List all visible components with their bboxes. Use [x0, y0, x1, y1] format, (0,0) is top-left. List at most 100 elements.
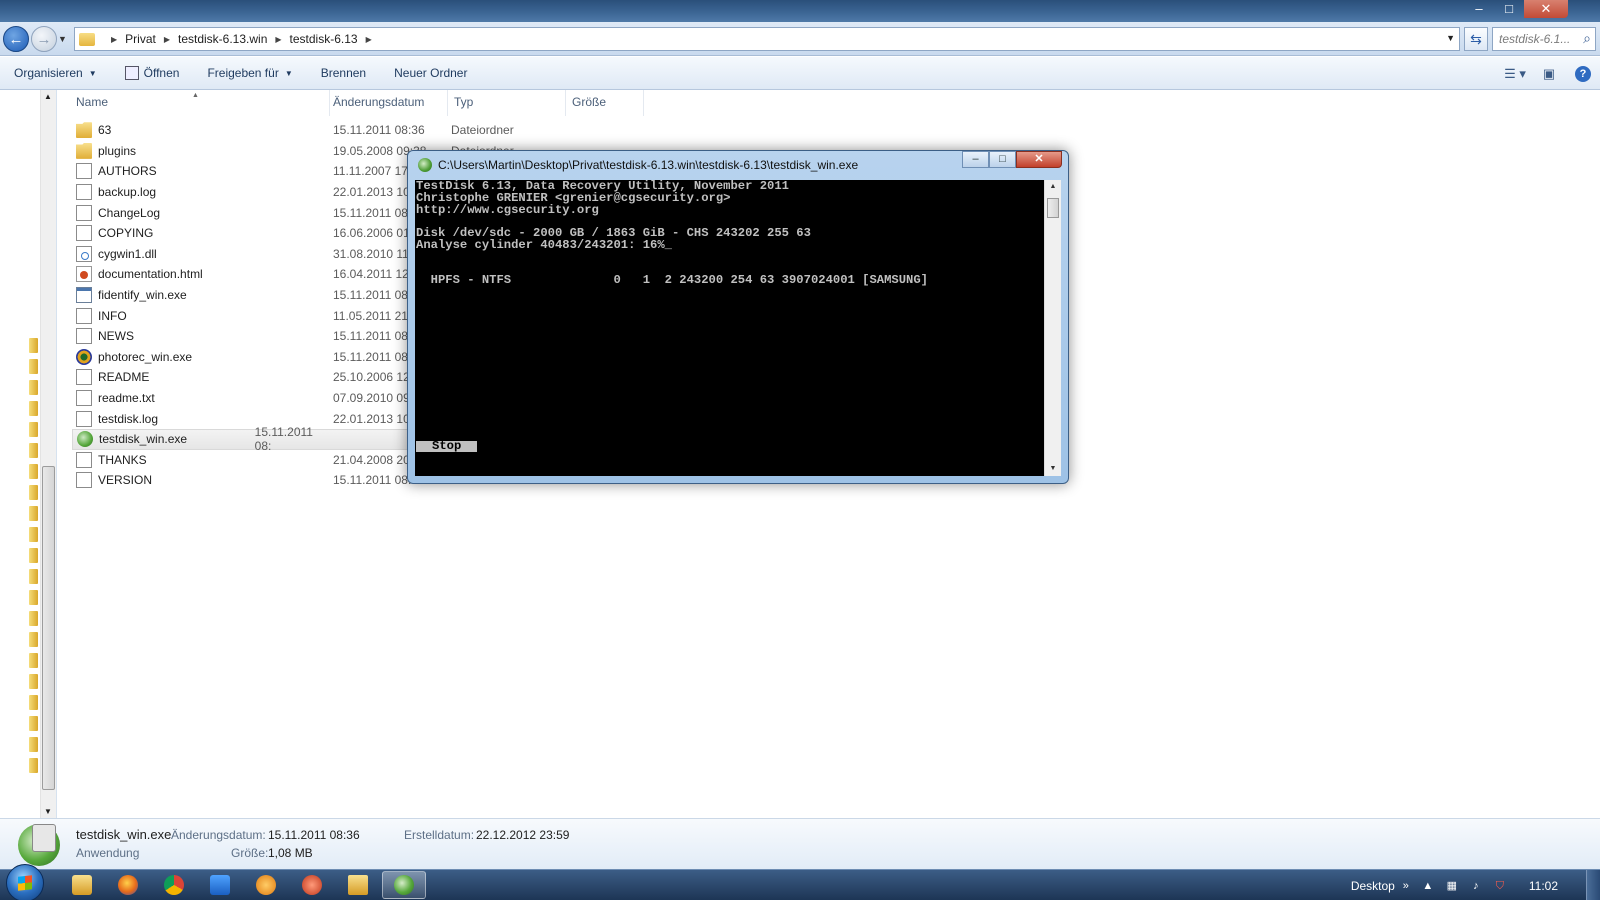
file-name: backup.log: [98, 185, 157, 200]
file-icon: [76, 204, 92, 221]
chevron-down-icon: ▼: [88, 68, 97, 78]
taskbar: Desktop » ▲ ▦ ♪ ⛉ 11:02: [0, 864, 1600, 900]
details-filename: testdisk_win.exe: [76, 827, 172, 842]
firefox-icon: [118, 875, 138, 895]
breadcrumb-item-privat[interactable]: Privat ▶: [125, 32, 178, 46]
folder-icon: [348, 875, 368, 895]
antivirus-icon[interactable]: ⛉: [1493, 879, 1507, 893]
minimize-button[interactable]: –: [1464, 0, 1494, 18]
breadcrumb-item-testdisk-win[interactable]: testdisk-6.13.win ▶: [178, 32, 290, 46]
scroll-down-arrow[interactable]: ▼: [1045, 462, 1061, 476]
new-folder-button[interactable]: Neuer Ordner: [380, 57, 481, 90]
details-modified-value: 15.11.2011 08:36: [268, 828, 360, 842]
scroll-thumb[interactable]: [1047, 198, 1059, 218]
file-name: THANKS: [98, 452, 147, 467]
tray-expand-icon[interactable]: ▲: [1421, 879, 1435, 893]
chevron-right-double-icon[interactable]: »: [1399, 879, 1413, 893]
command-bar: Organisieren ▼ Öffnen Freigeben für ▼ Bren…: [0, 57, 1600, 90]
app-icon: [302, 875, 322, 895]
console-title-bar[interactable]: C:\Users\Martin\Desktop\Privat\testdisk-…: [418, 156, 858, 174]
file-date: 15.11.2011 08:36: [333, 123, 425, 138]
taskbar-firefox[interactable]: [106, 871, 150, 899]
breadcrumb-item-testdisk[interactable]: testdisk-6.13 ▶: [290, 32, 380, 46]
chevron-right-icon: ▶: [111, 34, 118, 44]
taskbar-security[interactable]: [198, 871, 242, 899]
chevron-right-icon[interactable]: ▶: [164, 35, 170, 44]
file-name: NEWS: [98, 329, 134, 344]
folder-icon: [76, 122, 92, 139]
testdisk-icon: [77, 431, 93, 448]
view-options-icon[interactable]: ☰ ▾: [1498, 66, 1532, 82]
file-icon: [76, 369, 92, 386]
console-line: HPFS - NTFS 0 1 2 243200 254 63 39070240…: [416, 273, 928, 288]
back-button[interactable]: ←: [3, 26, 29, 52]
show-desktop-button[interactable]: [1586, 870, 1600, 900]
burn-button[interactable]: Brennen: [307, 57, 380, 90]
stop-button[interactable]: Stop: [416, 440, 478, 453]
app-icon: [256, 875, 276, 895]
chevron-right-icon[interactable]: ▶: [275, 35, 281, 44]
forward-button[interactable]: →: [31, 26, 57, 52]
taskbar-chrome[interactable]: [152, 871, 196, 899]
search-input[interactable]: testdisk-6.1... ⌕: [1492, 27, 1596, 51]
breadcrumb[interactable]: ▶ Privat ▶ testdisk-6.13.win ▶ testdisk-6.…: [74, 27, 1460, 51]
file-name: COPYING: [98, 226, 154, 241]
folder-icon: [76, 142, 92, 159]
shield-icon: [210, 875, 230, 895]
preview-pane-icon[interactable]: ▣: [1532, 66, 1566, 82]
file-name: readme.txt: [98, 391, 155, 406]
chevron-right-icon[interactable]: ▶: [366, 35, 372, 44]
volume-icon[interactable]: ♪: [1469, 879, 1483, 893]
taskbar-explorer-pinned[interactable]: [60, 871, 104, 899]
taskbar-explorer[interactable]: [336, 871, 380, 899]
console-minimize-button[interactable]: –: [962, 151, 989, 168]
share-menu[interactable]: Freigeben für ▼: [193, 57, 306, 90]
column-header-name[interactable]: ▲ Name: [74, 90, 330, 116]
recent-pages-dropdown[interactable]: ▼: [58, 34, 67, 44]
navigation-pane[interactable]: ▲ ▼: [0, 90, 57, 818]
taskbar-app-orange[interactable]: [244, 871, 288, 899]
file-icon: [76, 472, 92, 489]
maximize-button[interactable]: □: [1494, 0, 1524, 18]
console-window: C:\Users\Martin\Desktop\Privat\testdisk-…: [407, 150, 1069, 484]
column-header-type[interactable]: Typ: [448, 90, 566, 116]
address-history-dropdown[interactable]: ▼: [1446, 33, 1455, 43]
nav-scrollbar[interactable]: ▲ ▼: [40, 90, 56, 818]
column-header-date[interactable]: Änderungsdatum: [330, 90, 448, 116]
console-output[interactable]: TestDisk 6.13, Data Recovery Utility, No…: [415, 180, 1044, 476]
console-maximize-button[interactable]: □: [989, 151, 1016, 168]
clock[interactable]: 11:02: [1529, 879, 1558, 893]
details-created-label: Erstelldatum:: [404, 828, 475, 842]
console-close-button[interactable]: ✕: [1016, 151, 1062, 168]
scroll-up-arrow[interactable]: ▲: [1045, 180, 1061, 194]
open-button[interactable]: Öffnen: [111, 57, 194, 90]
start-button[interactable]: [6, 864, 44, 900]
console-window-controls: – □ ✕: [962, 151, 1062, 168]
column-header-size[interactable]: Größe: [566, 90, 644, 116]
details-pane: testdisk_win.exe Anwendung Änderungsdatu…: [0, 818, 1600, 869]
refresh-button[interactable]: ⇆: [1464, 27, 1488, 51]
scroll-thumb[interactable]: [42, 466, 55, 790]
organize-menu[interactable]: Organisieren ▼: [0, 57, 111, 90]
file-name: documentation.html: [98, 267, 203, 282]
file-name: photorec_win.exe: [98, 349, 193, 364]
close-button[interactable]: ✕: [1524, 0, 1568, 18]
taskbar-testdisk[interactable]: [382, 871, 426, 899]
console-scrollbar[interactable]: ▲ ▼: [1044, 180, 1061, 476]
testdisk-icon: [418, 158, 432, 172]
scroll-down-arrow[interactable]: ▼: [41, 807, 55, 816]
file-row[interactable]: testdisk_win.exe 15.11.2011 08:: [72, 425, 412, 453]
help-button[interactable]: ?: [1566, 65, 1600, 82]
taskbar-app-red[interactable]: [290, 871, 334, 899]
file-row[interactable]: 63 15.11.2011 08:36 Dateiordner: [72, 120, 1072, 141]
file-icon: [76, 390, 92, 407]
scroll-up-arrow[interactable]: ▲: [41, 92, 55, 101]
network-icon[interactable]: ▦: [1445, 879, 1459, 893]
desktop-toolbar[interactable]: Desktop: [1351, 879, 1395, 893]
